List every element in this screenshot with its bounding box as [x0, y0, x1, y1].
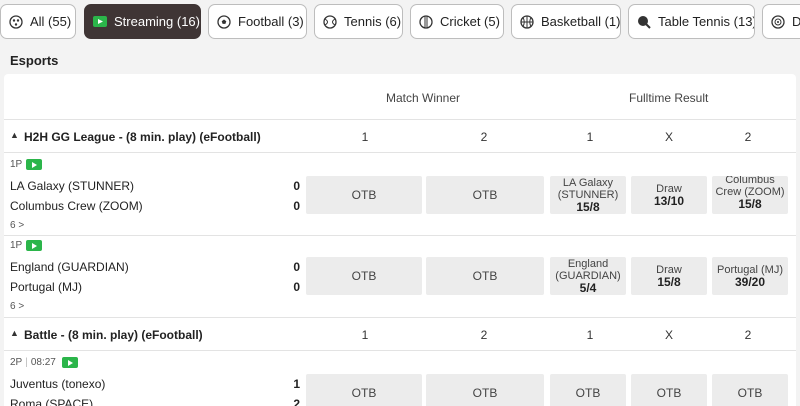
- col-header-ft-2: 2: [744, 130, 752, 144]
- match-clock: 08:27: [30, 357, 56, 368]
- home-score: 0: [293, 260, 300, 274]
- tab-streaming[interactable]: Streaming (16): [84, 4, 201, 39]
- odds-value: 39/20: [734, 275, 766, 289]
- odds-value: 5/4: [579, 281, 597, 295]
- tab-darts[interactable]: D: [762, 4, 800, 39]
- live-stream-icon[interactable]: [61, 357, 78, 368]
- event-row[interactable]: 1P LA Galaxy (STUNNER) Columbus Crew (ZO…: [4, 154, 796, 234]
- odds-button[interactable]: OTB: [550, 374, 626, 406]
- home-score: 1: [293, 377, 300, 391]
- basketball-icon: [520, 14, 534, 29]
- col-header-ft-1: 1: [586, 328, 594, 342]
- odds-button[interactable]: England (GUARDIAN) 5/4: [550, 257, 626, 295]
- odds-value: 15/8: [576, 200, 600, 214]
- tab-label: All (55): [30, 14, 72, 29]
- darts-icon: [771, 14, 785, 29]
- streaming-icon: [93, 15, 107, 29]
- odds-button[interactable]: Columbus Crew (ZOOM) 15/8: [712, 176, 788, 214]
- football-icon: [217, 14, 231, 29]
- col-header-2: 2: [480, 130, 488, 144]
- competition-title: Battle - (8 min. play) (eFootball): [24, 328, 203, 342]
- tab-basketball[interactable]: Basketball (1): [511, 4, 621, 39]
- odds-button[interactable]: OTB: [426, 257, 544, 295]
- home-team: LA Galaxy (STUNNER): [10, 179, 135, 193]
- away-score: 2: [293, 397, 300, 406]
- tab-tennis[interactable]: Tennis (6): [314, 4, 403, 39]
- odds-button[interactable]: OTB: [306, 176, 422, 214]
- tab-label: D: [792, 14, 800, 29]
- period-label: 1P: [10, 159, 23, 170]
- away-score: 0: [293, 280, 300, 294]
- tab-label: Football (3): [238, 14, 304, 29]
- home-team: England (GUARDIAN): [10, 260, 129, 274]
- odds-button[interactable]: LA Galaxy (STUNNER) 15/8: [550, 176, 626, 214]
- competition-header[interactable]: ▲ H2H GG League - (8 min. play) (eFootba…: [4, 119, 796, 153]
- odds-button[interactable]: Portugal (MJ) 39/20: [712, 257, 788, 295]
- col-header-1: 1: [361, 130, 369, 144]
- tab-label: Table Tennis (13): [658, 14, 755, 29]
- event-row[interactable]: 2P | 08:27 Juventus (tonexo) Roma (SPACE…: [4, 352, 796, 406]
- all-sports-icon: [9, 14, 23, 29]
- tab-table-tennis[interactable]: Table Tennis (13): [628, 4, 755, 39]
- away-team: Roma (SPACE): [10, 397, 94, 406]
- selection-name: Columbus Crew (ZOOM): [715, 176, 785, 198]
- event-row[interactable]: 1P England (GUARDIAN) Portugal (MJ) 0 0 …: [4, 236, 796, 316]
- odds-button[interactable]: OTB: [631, 374, 707, 406]
- odds-value: 15/8: [738, 197, 762, 211]
- home-team: Juventus (tonexo): [10, 377, 106, 391]
- period-separator: |: [25, 357, 28, 368]
- event-period: 2P | 08:27: [10, 357, 78, 368]
- live-stream-icon[interactable]: [26, 240, 43, 251]
- collapse-caret-icon[interactable]: ▲: [10, 328, 19, 338]
- selection-name: LA Galaxy (STUNNER): [557, 177, 619, 201]
- sport-filter-tabs: All (55) Streaming (16) Football (3) Ten…: [0, 4, 800, 40]
- odds-button[interactable]: OTB: [306, 257, 422, 295]
- col-header-ft-1: 1: [586, 130, 594, 144]
- more-markets-link[interactable]: 6 >: [10, 301, 24, 312]
- competition-title: H2H GG League - (8 min. play) (eFootball…: [24, 130, 261, 144]
- odds-button[interactable]: OTB: [426, 176, 544, 214]
- period-label: 1P: [10, 240, 23, 251]
- table-tennis-icon: [637, 15, 651, 29]
- competition-header[interactable]: ▲ Battle - (8 min. play) (eFootball) 1 2…: [4, 317, 796, 351]
- away-team: Columbus Crew (ZOOM): [10, 199, 143, 213]
- match-winner-header: Match Winner: [386, 91, 461, 105]
- more-markets-link[interactable]: 6 >: [10, 220, 24, 231]
- col-header-1: 1: [361, 328, 369, 342]
- odds-button[interactable]: Draw 15/8: [631, 257, 707, 295]
- tab-label: Cricket (5): [440, 14, 500, 29]
- section-title: Esports: [10, 53, 59, 68]
- tab-football[interactable]: Football (3): [208, 4, 307, 39]
- fulltime-result-header: Fulltime Result: [629, 91, 709, 105]
- home-score: 0: [293, 179, 300, 193]
- period-label: 2P: [10, 357, 23, 368]
- tab-label: Tennis (6): [344, 14, 402, 29]
- tab-all[interactable]: All (55): [0, 4, 76, 39]
- odds-button[interactable]: OTB: [712, 374, 788, 406]
- esports-events-card: Match Winner Fulltime Result ▲ H2H GG Le…: [4, 74, 796, 406]
- selection-name: England (GUARDIAN): [555, 258, 621, 282]
- tennis-icon: [323, 14, 337, 29]
- odds-value: 15/8: [657, 275, 681, 289]
- col-header-ft-2: 2: [744, 328, 752, 342]
- collapse-caret-icon[interactable]: ▲: [10, 130, 19, 140]
- tab-cricket[interactable]: Cricket (5): [410, 4, 504, 39]
- odds-button[interactable]: OTB: [426, 374, 544, 406]
- live-stream-icon[interactable]: [26, 159, 43, 170]
- away-score: 0: [293, 199, 300, 213]
- col-header-2: 2: [480, 328, 488, 342]
- event-period: 1P: [10, 240, 43, 251]
- tab-label: Basketball (1): [541, 14, 621, 29]
- odds-button[interactable]: Draw 13/10: [631, 176, 707, 214]
- away-team: Portugal (MJ): [10, 280, 83, 294]
- event-period: 1P: [10, 159, 43, 170]
- cricket-icon: [419, 14, 433, 29]
- odds-value: 13/10: [653, 194, 685, 208]
- col-header-ft-x: X: [664, 328, 673, 342]
- odds-button[interactable]: OTB: [306, 374, 422, 406]
- tab-label: Streaming (16): [114, 14, 200, 29]
- col-header-ft-x: X: [664, 130, 673, 144]
